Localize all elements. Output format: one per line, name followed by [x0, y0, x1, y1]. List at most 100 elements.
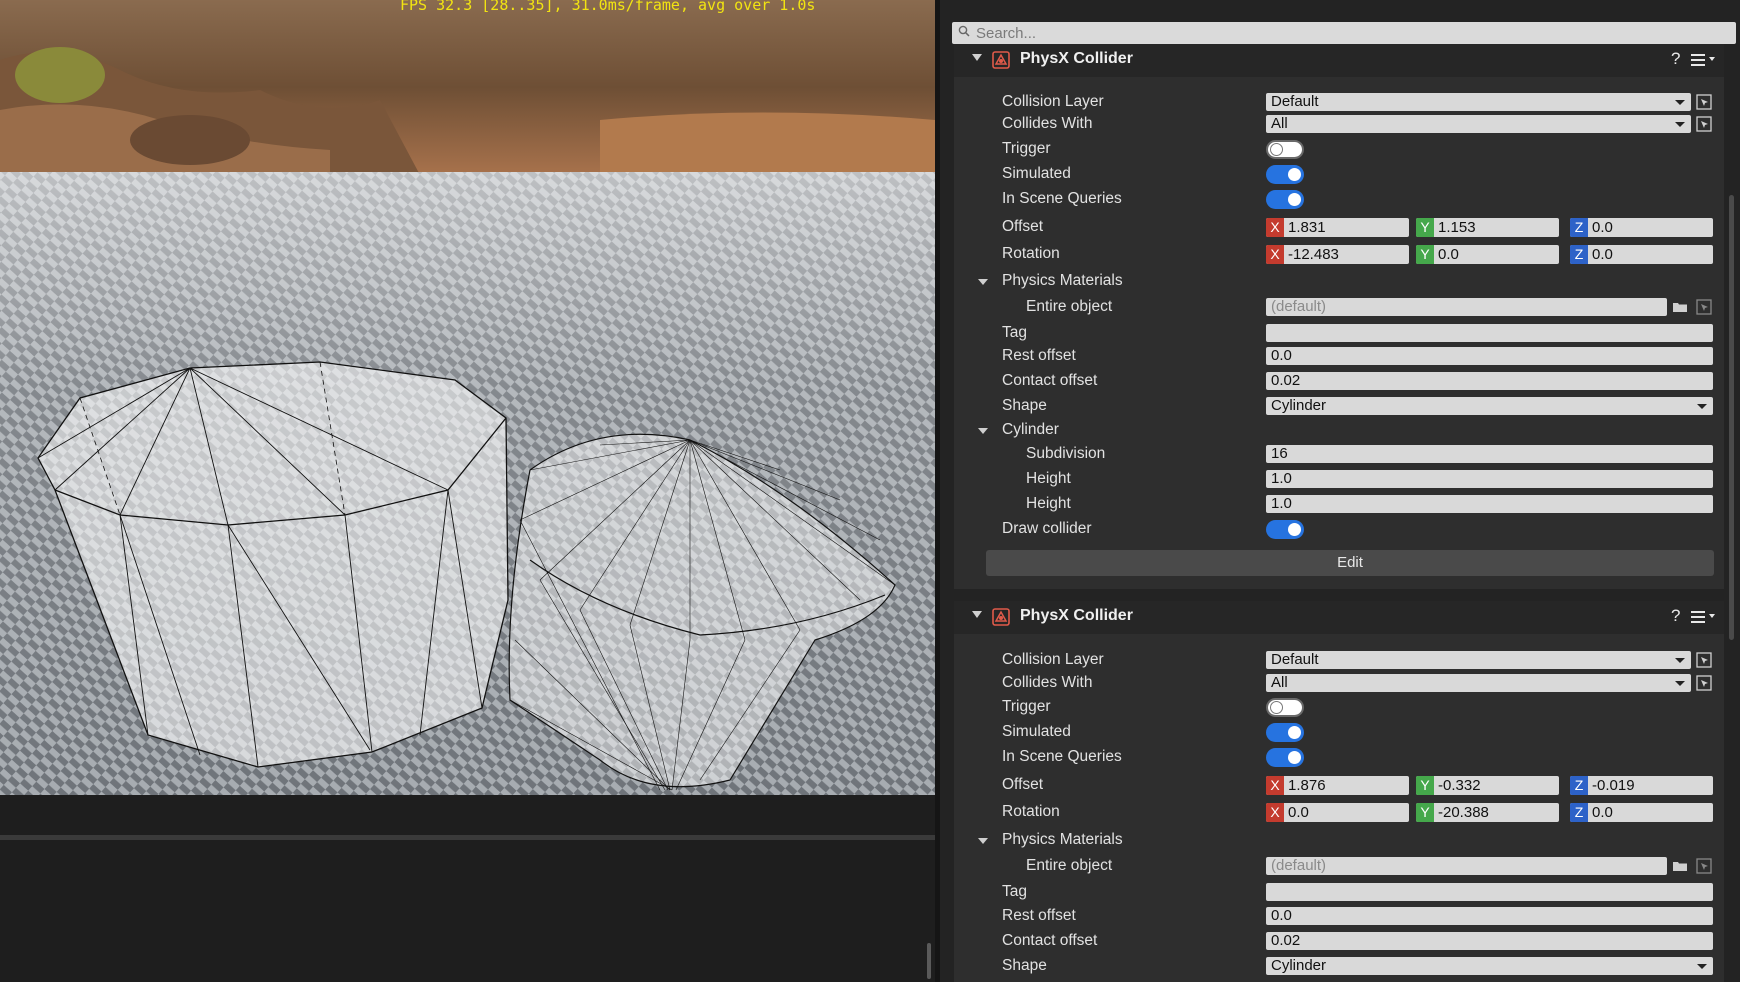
axis-x-badge: X: [1266, 218, 1284, 237]
pick-in-viewport-icon[interactable]: [1696, 299, 1712, 315]
cylinder-group[interactable]: Cylinder: [954, 419, 1724, 443]
in-scene-queries-toggle[interactable]: [1266, 190, 1304, 209]
axis-x-badge: X: [1266, 776, 1284, 795]
component-header[interactable]: PhysX Collider ?: [954, 44, 1724, 77]
expand-caret-icon[interactable]: [978, 838, 988, 844]
edit-button[interactable]: Edit: [986, 550, 1714, 576]
rotation-x-field[interactable]: X 0.0: [1266, 803, 1409, 822]
lower-panel-scrollbar[interactable]: [927, 943, 931, 979]
height-row: Height 1.0: [954, 468, 1724, 492]
hamburger-menu-icon[interactable]: [1691, 610, 1717, 624]
tag-input[interactable]: [1266, 324, 1713, 342]
axis-x-badge: X: [1266, 803, 1284, 822]
expand-caret-icon[interactable]: [978, 428, 988, 434]
collision-layer-dropdown[interactable]: Default: [1266, 93, 1691, 111]
shape-value: Cylinder: [1271, 397, 1327, 414]
subdivision-input[interactable]: 16: [1266, 445, 1713, 463]
collides-with-dropdown[interactable]: All: [1266, 115, 1691, 133]
component-header[interactable]: PhysX Collider ?: [954, 601, 1724, 634]
rotation-y-field[interactable]: Y 0.0: [1416, 245, 1559, 264]
simulated-toggle[interactable]: [1266, 165, 1304, 184]
expand-caret-icon[interactable]: [978, 279, 988, 285]
rotation-z-field[interactable]: Z 0.0: [1570, 245, 1713, 264]
material-asset-field[interactable]: (default): [1266, 298, 1667, 316]
collides-with-label: Collides With: [1002, 674, 1093, 691]
collision-layer-value: Default: [1271, 651, 1319, 668]
search-input[interactable]: [976, 22, 1716, 44]
in-scene-queries-label: In Scene Queries: [1002, 190, 1122, 207]
axis-x-badge: X: [1266, 245, 1284, 264]
toggle-knob: [1288, 751, 1301, 764]
collapse-caret-icon[interactable]: [972, 611, 982, 618]
tag-input[interactable]: [1266, 883, 1713, 901]
shape-dropdown[interactable]: Cylinder: [1266, 397, 1713, 415]
pick-in-viewport-icon[interactable]: [1696, 675, 1712, 691]
contact-offset-row: Contact offset 0.02: [954, 930, 1724, 954]
physics-materials-group[interactable]: Physics Materials: [954, 829, 1724, 853]
offset-x-field[interactable]: X 1.876: [1266, 776, 1409, 795]
rotation-row: Rotation X 0.0 Y -20.388 Z 0.0: [954, 801, 1724, 825]
height-input[interactable]: 1.0: [1266, 470, 1713, 488]
offset-label: Offset: [1002, 218, 1044, 235]
rest-offset-row: Rest offset 0.0: [954, 905, 1724, 929]
material-asset-field[interactable]: (default): [1266, 857, 1667, 875]
fps-counter: FPS 32.3 [28..35], 31.0ms/frame, avg ove…: [400, 0, 816, 14]
trigger-toggle[interactable]: [1266, 140, 1304, 159]
physics-materials-group[interactable]: Physics Materials: [954, 270, 1724, 294]
contact-offset-input[interactable]: 0.02: [1266, 372, 1713, 390]
collision-layer-dropdown[interactable]: Default: [1266, 651, 1691, 669]
toggle-knob: [1288, 726, 1301, 739]
trigger-row: Trigger: [954, 696, 1724, 720]
shape-dropdown[interactable]: Cylinder: [1266, 957, 1713, 975]
height-row-2: Height 1.0: [954, 493, 1724, 517]
offset-x-field[interactable]: X 1.831: [1266, 218, 1409, 237]
help-icon[interactable]: ?: [1671, 606, 1680, 626]
collides-with-dropdown[interactable]: All: [1266, 674, 1691, 692]
rotation-z-field[interactable]: Z 0.0: [1570, 803, 1713, 822]
rotation-label: Rotation: [1002, 245, 1060, 262]
offset-y-field[interactable]: Y -0.332: [1416, 776, 1559, 795]
inspector-scrollbar[interactable]: [1729, 195, 1734, 640]
offset-z-field[interactable]: Z 0.0: [1570, 218, 1713, 237]
rest-offset-input[interactable]: 0.0: [1266, 347, 1713, 365]
contact-offset-label: Contact offset: [1002, 372, 1098, 389]
pick-in-viewport-icon[interactable]: [1696, 652, 1712, 668]
rotation-y-field[interactable]: Y -20.388: [1416, 803, 1559, 822]
offset-z-field[interactable]: Z -0.019: [1570, 776, 1713, 795]
trigger-toggle[interactable]: [1266, 698, 1304, 717]
lower-panel: [0, 795, 935, 982]
rest-offset-label: Rest offset: [1002, 907, 1076, 924]
rest-offset-label: Rest offset: [1002, 347, 1076, 364]
collision-layer-row: Collision Layer Default: [954, 91, 1724, 115]
in-scene-queries-toggle[interactable]: [1266, 748, 1304, 767]
search-box[interactable]: [952, 22, 1736, 44]
collision-layer-label: Collision Layer: [1002, 651, 1104, 668]
rest-offset-input[interactable]: 0.0: [1266, 907, 1713, 925]
chevron-down-icon: [1675, 122, 1685, 127]
offset-y-field[interactable]: Y 1.153: [1416, 218, 1559, 237]
contact-offset-label: Contact offset: [1002, 932, 1098, 949]
collapse-caret-icon[interactable]: [972, 54, 982, 61]
height-input-2[interactable]: 1.0: [1266, 495, 1713, 513]
simulated-toggle[interactable]: [1266, 723, 1304, 742]
pick-in-viewport-icon[interactable]: [1696, 858, 1712, 874]
help-icon[interactable]: ?: [1671, 49, 1680, 69]
draw-collider-toggle[interactable]: [1266, 520, 1304, 539]
pick-in-viewport-icon[interactable]: [1696, 94, 1712, 110]
component-title: PhysX Collider: [1020, 607, 1133, 624]
scene-render: [0, 0, 935, 795]
tag-row: Tag: [954, 881, 1724, 905]
toggle-knob: [1270, 701, 1283, 714]
cylinder-label: Cylinder: [1002, 421, 1059, 438]
scene-viewport[interactable]: FPS 32.3 [28..35], 31.0ms/frame, avg ove…: [0, 0, 935, 795]
contact-offset-input[interactable]: 0.02: [1266, 932, 1713, 950]
folder-browse-icon[interactable]: [1672, 299, 1688, 315]
folder-browse-icon[interactable]: [1672, 858, 1688, 874]
pick-in-viewport-icon[interactable]: [1696, 116, 1712, 132]
chevron-down-icon: [1675, 100, 1685, 105]
rotation-y-value: -20.388: [1438, 804, 1489, 821]
collision-layer-value: Default: [1271, 93, 1319, 110]
rotation-x-field[interactable]: X -12.483: [1266, 245, 1409, 264]
hamburger-menu-icon[interactable]: [1691, 53, 1717, 67]
offset-label: Offset: [1002, 776, 1044, 793]
